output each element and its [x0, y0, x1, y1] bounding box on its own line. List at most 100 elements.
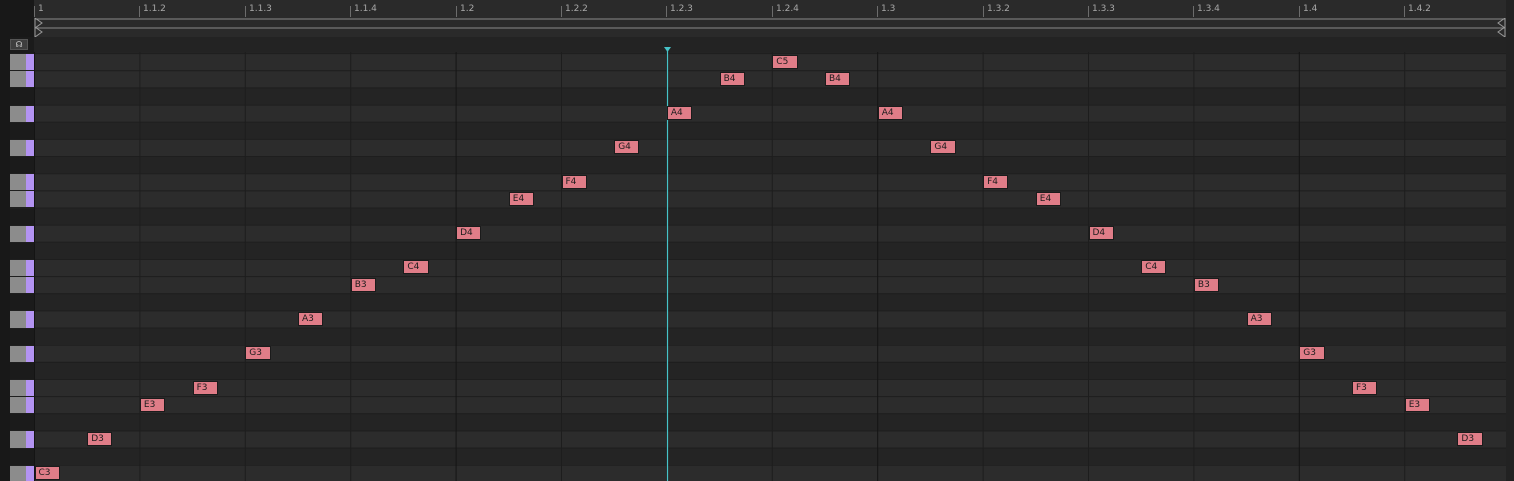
midi-note[interactable]: E3 — [139, 397, 166, 412]
midi-note[interactable]: A3 — [298, 311, 324, 326]
grid-row — [34, 293, 1506, 311]
piano-key[interactable] — [10, 294, 34, 311]
piano-key-active[interactable] — [10, 431, 34, 448]
piano-key[interactable] — [10, 157, 34, 174]
grid-background — [34, 37, 1506, 481]
loop-brace-strip[interactable] — [34, 18, 1506, 37]
grid-row — [34, 190, 1506, 208]
midi-note[interactable]: B4 — [825, 71, 851, 86]
piano-key[interactable] — [10, 88, 34, 105]
midi-note[interactable]: D3 — [87, 431, 113, 446]
piano-key[interactable] — [10, 362, 34, 379]
piano-key-active[interactable] — [10, 277, 34, 294]
piano-key[interactable] — [10, 242, 34, 259]
grid-row — [34, 156, 1506, 174]
piano-key-active[interactable] — [10, 105, 34, 122]
midi-note[interactable]: C5 — [772, 54, 798, 69]
midi-note[interactable]: C4 — [403, 260, 429, 275]
grid-header-band — [34, 37, 1506, 52]
headphones-icon: ☊ — [15, 40, 23, 49]
scroll-edge[interactable] — [1506, 0, 1514, 481]
fold-button[interactable]: ☊ — [10, 39, 28, 50]
midi-note[interactable]: F3 — [192, 380, 218, 395]
left-gutter — [0, 0, 10, 481]
midi-note[interactable]: B3 — [350, 277, 376, 292]
ruler-label: 1.1.2 — [143, 4, 166, 14]
midi-note[interactable]: G4 — [930, 140, 956, 155]
piano-key-active[interactable] — [10, 397, 34, 414]
midi-note[interactable]: C3 — [34, 466, 60, 481]
grid-row — [34, 464, 1506, 481]
midi-note[interactable]: E4 — [508, 191, 535, 206]
midi-note[interactable]: F4 — [983, 174, 1009, 189]
ruler-label: 1.3.3 — [1092, 4, 1115, 14]
grid-row — [34, 104, 1506, 122]
piano-key-active[interactable] — [10, 311, 34, 328]
piano-key-active[interactable] — [10, 345, 34, 362]
ruler-label: 1.2 — [460, 4, 475, 14]
grid-row — [34, 241, 1506, 259]
midi-note[interactable]: D4 — [456, 226, 482, 241]
midi-note[interactable]: A3 — [1246, 311, 1272, 326]
grid-row — [34, 87, 1506, 105]
ruler-label: 1.3.4 — [1197, 4, 1220, 14]
midi-note[interactable]: C4 — [1141, 260, 1167, 275]
ruler-label: 1.3 — [881, 4, 896, 14]
piano-key[interactable] — [10, 448, 34, 465]
grid-row — [34, 173, 1506, 191]
piano-key-active[interactable] — [10, 380, 34, 397]
midi-note[interactable]: A4 — [666, 106, 693, 121]
midi-note[interactable]: B3 — [1193, 277, 1220, 292]
piano-key-active[interactable] — [10, 174, 34, 191]
midi-note[interactable]: F3 — [1352, 380, 1378, 395]
midi-note[interactable]: A4 — [877, 106, 903, 121]
piano-key-active[interactable] — [10, 139, 34, 157]
ruler-tick — [561, 6, 562, 17]
grid-row — [34, 447, 1506, 465]
midi-note[interactable]: E4 — [1035, 191, 1062, 206]
grid-row — [34, 430, 1506, 448]
ruler-label: 1.3.2 — [987, 4, 1010, 14]
ruler-label: 1.4 — [1303, 4, 1318, 14]
grid-row — [34, 327, 1506, 345]
ruler-tick — [456, 6, 457, 17]
midi-note[interactable]: F4 — [561, 174, 587, 189]
ruler-tick — [350, 6, 351, 17]
ruler-tick — [877, 6, 878, 17]
midi-note[interactable]: G3 — [1299, 346, 1325, 361]
grid-row — [34, 379, 1506, 397]
piano-key[interactable] — [10, 208, 34, 225]
grid-row — [34, 310, 1506, 328]
piano-key[interactable] — [10, 328, 34, 345]
ruler-label: 1.1.3 — [249, 4, 272, 14]
piano-key-active[interactable] — [10, 191, 34, 208]
beat-ruler[interactable]: 1 1.1.2 1.1.3 1.1.4 1.2 1.2.2 1.2.3 1.2.4 1.3 1.3… — [34, 0, 1506, 18]
piano-keyboard[interactable] — [10, 37, 34, 481]
ruler-tick — [772, 6, 773, 17]
grid-row — [34, 361, 1506, 379]
ruler-tick — [1299, 6, 1300, 17]
piano-key-active[interactable] — [10, 225, 34, 242]
grid-row — [34, 121, 1506, 139]
ruler-label: 1 — [38, 4, 44, 14]
ruler-tick — [1193, 6, 1194, 17]
midi-note[interactable]: D4 — [1088, 226, 1114, 241]
midi-note[interactable]: E3 — [1404, 397, 1430, 412]
piano-key[interactable] — [10, 122, 34, 139]
ruler-tick — [666, 6, 667, 17]
midi-note[interactable]: D3 — [1457, 431, 1483, 446]
piano-key[interactable] — [10, 414, 34, 431]
note-grid[interactable]: C3 D3 E3 F3 G3 A3 B3 C4 D4 E4 F4 G4 A4 B4 C5 B4 A4 G4 F4 E4… — [34, 37, 1506, 481]
piano-key-active[interactable] — [10, 259, 34, 277]
ruler-tick — [245, 6, 246, 17]
ruler-tick — [1088, 6, 1089, 17]
midi-note[interactable]: B4 — [719, 71, 745, 86]
midi-note[interactable]: G3 — [245, 346, 271, 361]
piano-roll-editor: 1 1.1.2 1.1.3 1.1.4 1.2 1.2.2 1.2.3 1.2.4 1.3 1.3… — [0, 0, 1514, 481]
piano-key-active[interactable] — [10, 54, 34, 71]
piano-key-active[interactable] — [10, 71, 34, 88]
midi-note[interactable]: G4 — [614, 140, 640, 155]
ruler-label: 1.4.2 — [1408, 4, 1431, 14]
piano-key-active[interactable] — [10, 465, 34, 481]
ruler-tick — [1404, 6, 1405, 17]
